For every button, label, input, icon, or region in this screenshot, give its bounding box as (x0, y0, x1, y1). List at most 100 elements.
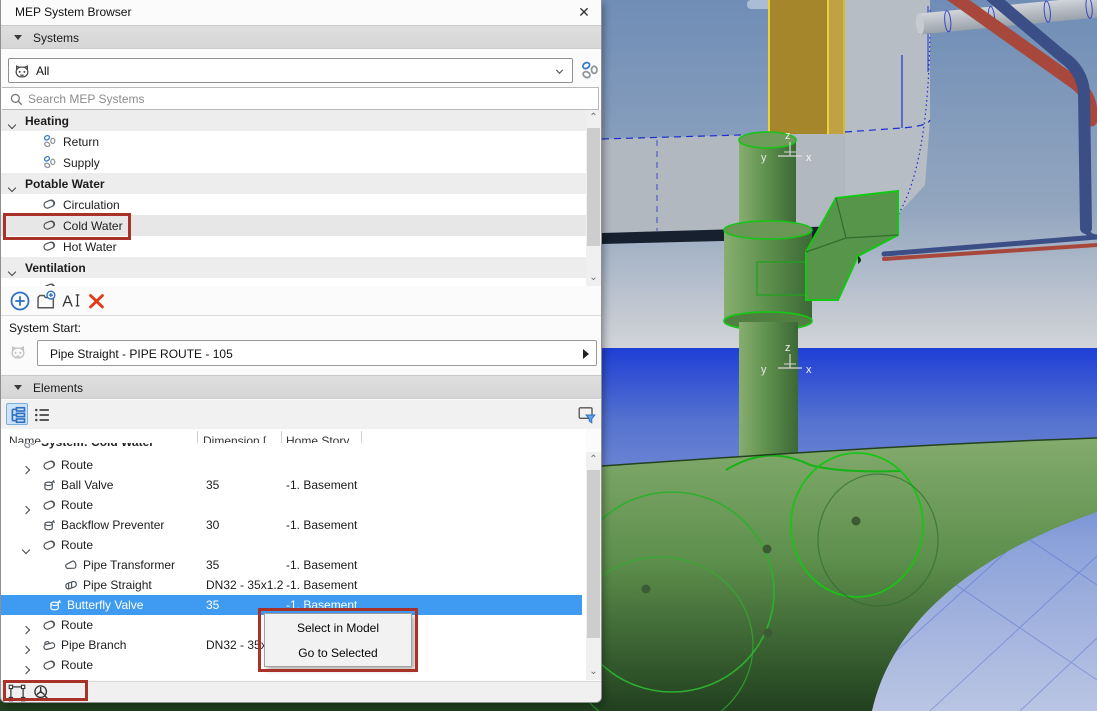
elements-viewbar (1, 400, 601, 429)
pipe-icon (41, 617, 57, 633)
filter-icon (577, 405, 597, 425)
valve-icon (47, 597, 63, 613)
system-start-label: System Start: (9, 321, 82, 335)
system-icon (21, 443, 37, 450)
valve-icon (41, 477, 57, 493)
row-pipe-transformer[interactable]: Pipe Transformer 35 -1. Basement (1, 555, 582, 575)
row-route[interactable]: Route (1, 455, 582, 475)
zoom-to-selection-button[interactable] (32, 683, 52, 703)
svg-text:y: y (761, 364, 767, 376)
group-label: Potable Water (25, 177, 105, 191)
pipe-icon (41, 657, 57, 673)
context-menu: Select in Model Go to Selected (264, 613, 412, 667)
expander-icon[interactable] (7, 267, 17, 277)
tree-view-button[interactable] (6, 403, 28, 425)
scroll-thumb[interactable] (587, 128, 600, 246)
collapse-triangle-icon (14, 35, 22, 40)
reducer-icon (63, 557, 79, 573)
pipe-icon (41, 196, 57, 212)
menu-item-go-to-selected[interactable]: Go to Selected (265, 641, 411, 666)
item-label: Supply (63, 156, 100, 170)
valve-icon (41, 517, 57, 533)
pipe-icon (41, 537, 57, 553)
elements-header-label: Elements (33, 381, 84, 395)
systems-scrollbar[interactable]: ⌃ ⌄ (586, 110, 601, 286)
scroll-up-icon[interactable]: ⌃ (586, 110, 601, 126)
group-label: Heating (25, 114, 70, 128)
search-input[interactable] (28, 90, 568, 108)
system-filter-combo[interactable]: All (8, 58, 573, 83)
pipe-straight-icon (63, 577, 79, 593)
row-route-expanded[interactable]: Route (1, 535, 582, 555)
pipe-icon (41, 457, 57, 473)
menu-item-select-in-model[interactable]: Select in Model (265, 616, 411, 641)
item-label: Cold Water (63, 219, 123, 233)
systems-section-header[interactable]: Systems (1, 25, 601, 49)
fan-icon (41, 133, 57, 149)
row-butterfly-valve-selected[interactable]: Butterfly Valve 35 -1. Basement (1, 595, 582, 615)
new-folder-button[interactable] (35, 290, 57, 312)
scroll-down-icon[interactable]: ⌄ (586, 270, 601, 286)
expander-icon[interactable] (21, 465, 31, 475)
add-system-button[interactable] (9, 290, 31, 312)
svg-text:z: z (785, 130, 791, 142)
list-view-button[interactable] (30, 403, 52, 425)
row-backflow-preventer[interactable]: Backflow Preventer 30 -1. Basement (1, 515, 582, 535)
filter-button[interactable] (575, 403, 597, 425)
rename-button[interactable] (61, 290, 83, 312)
pipe-icon (41, 217, 57, 233)
titlebar[interactable]: MEP System Browser ✕ (1, 0, 601, 25)
tree-group-ventilation[interactable]: Ventilation (1, 257, 586, 278)
expander-icon[interactable] (21, 505, 31, 515)
tree-item-circulation[interactable]: Circulation (1, 194, 586, 215)
row-pipe-straight[interactable]: Pipe Straight DN32 - 35x1.2 -1. Basement (1, 575, 582, 595)
system-start-dropdown[interactable]: Pipe Straight - PIPE ROUTE - 105 (37, 340, 597, 366)
group-label: Ventilation (25, 261, 86, 275)
item-label: Circulation (63, 198, 120, 212)
yellow-column[interactable] (768, 0, 845, 134)
mep-system-browser-panel: MEP System Browser ✕ Systems All Heating… (0, 0, 602, 703)
row-route[interactable]: Route (1, 495, 582, 515)
tree-item-hot-water[interactable]: Hot Water (1, 236, 586, 257)
expander-icon[interactable] (7, 120, 17, 130)
svg-text:x: x (806, 152, 812, 164)
expander-icon[interactable] (21, 625, 31, 635)
system-type-icon (13, 62, 31, 80)
expander-icon[interactable] (21, 545, 31, 555)
scroll-thumb[interactable] (587, 470, 600, 638)
flyout-arrow-icon (583, 349, 589, 359)
close-icon[interactable]: ✕ (575, 3, 593, 21)
tree-view-icon (8, 405, 28, 425)
system-category-icon[interactable] (578, 59, 600, 81)
tree-item-supply[interactable]: Supply (1, 152, 586, 173)
marquee-select-button[interactable] (7, 683, 27, 703)
pipe-icon (41, 497, 57, 513)
svg-text:z: z (785, 342, 791, 354)
screen: { "window": { "title": "MEP System Brows… (0, 0, 1097, 711)
elements-scrollbar[interactable]: ⌃ ⌄ (586, 452, 601, 680)
panel-title: MEP System Browser (15, 5, 132, 19)
row-ball-valve[interactable]: Ball Valve 35 -1. Basement (1, 475, 582, 495)
expander-icon[interactable] (21, 665, 31, 675)
tree-group-heating[interactable]: Heating (1, 110, 586, 131)
elements-section-header[interactable]: Elements (1, 375, 601, 399)
search-icon (9, 92, 24, 107)
chevron-down-icon (553, 65, 566, 78)
collapse-triangle-icon (14, 385, 22, 390)
system-start-type-icon (9, 343, 27, 361)
tree-item-return[interactable]: Return (1, 131, 586, 152)
expander-icon[interactable] (21, 645, 31, 655)
duct-icon (41, 280, 57, 286)
expander-icon[interactable] (7, 183, 17, 193)
pipe-branch-icon (41, 637, 57, 653)
systems-toolbar (1, 287, 601, 315)
row-system-cold-water[interactable]: System: Cold Water (1, 443, 586, 453)
scroll-up-icon[interactable]: ⌃ (586, 452, 601, 468)
tree-item-cold-water[interactable]: Cold Water (1, 215, 586, 236)
delete-button[interactable] (87, 290, 106, 312)
tree-group-potable-water[interactable]: Potable Water (1, 173, 586, 194)
svg-text:y: y (761, 152, 767, 164)
bottom-toolbar (1, 681, 601, 702)
tree-item-partial[interactable] (1, 278, 586, 286)
scroll-down-icon[interactable]: ⌄ (586, 664, 601, 680)
